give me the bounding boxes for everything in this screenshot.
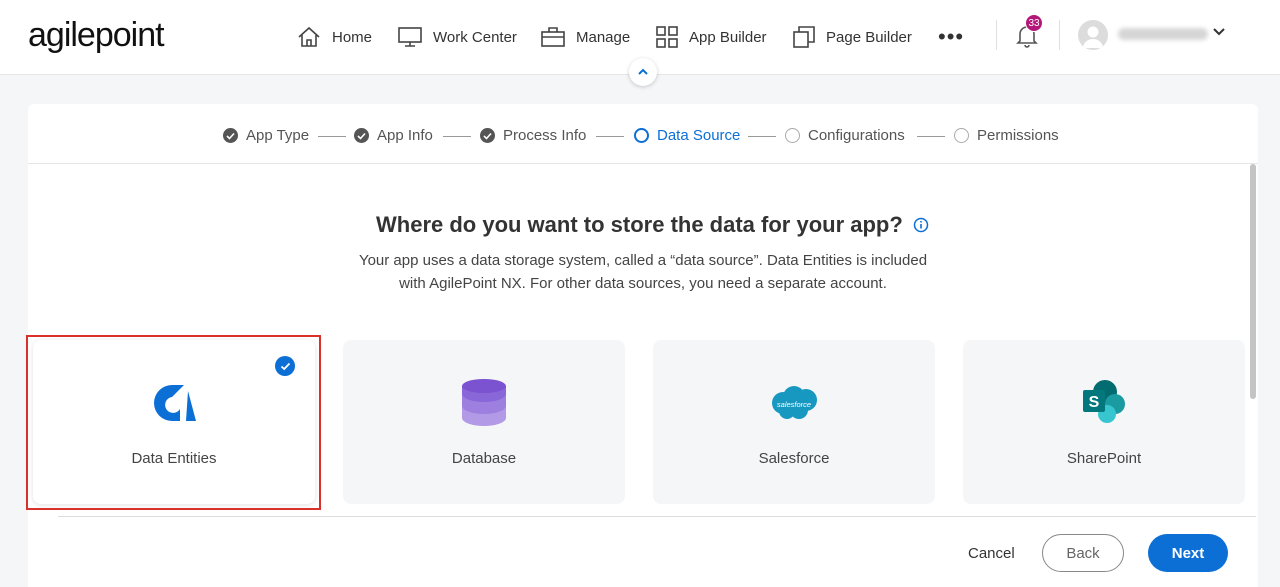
- step-app-info: App Info: [354, 127, 433, 144]
- step-done-check-icon: [223, 128, 238, 143]
- notification-badge: 33: [1025, 14, 1043, 32]
- step-connector: [748, 136, 776, 137]
- nav-app-builder-label: App Builder: [689, 28, 767, 46]
- nav-work-center[interactable]: Work Center: [397, 22, 517, 52]
- selected-check-icon: [275, 356, 295, 376]
- step-process-info: Process Info: [480, 127, 586, 144]
- next-button[interactable]: Next: [1148, 534, 1228, 572]
- briefcase-icon: [541, 27, 565, 47]
- nav-app-builder[interactable]: App Builder: [655, 22, 767, 52]
- tile-label: Data Entities: [131, 450, 217, 467]
- data-source-tile-database[interactable]: Database: [343, 340, 625, 504]
- step-connector: [917, 136, 945, 137]
- step-app-type: App Type: [223, 127, 309, 144]
- database-icon: [462, 379, 506, 426]
- monitor-icon: [398, 27, 422, 47]
- data-source-tile-data-entities[interactable]: Data Entities: [33, 340, 315, 504]
- svg-text:S: S: [1089, 394, 1100, 411]
- step-todo-circle-icon: [954, 128, 969, 143]
- scrollbar-thumb[interactable]: [1250, 164, 1256, 399]
- step-label: App Info: [377, 127, 433, 144]
- salesforce-icon: salesforce: [772, 386, 817, 419]
- step-configurations: Configurations: [785, 127, 905, 144]
- nav-manage[interactable]: Manage: [540, 22, 630, 52]
- sharepoint-icon: S: [1083, 380, 1125, 423]
- data-entities-icon: [154, 385, 196, 421]
- collapse-header-button[interactable]: [629, 58, 657, 86]
- user-icon: [1083, 26, 1103, 48]
- tile-label: Database: [451, 450, 517, 467]
- step-connector: [443, 136, 471, 137]
- description-line: with AgilePoint NX. For other data sourc…: [399, 275, 887, 292]
- avatar[interactable]: [1078, 20, 1108, 50]
- nav-manage-label: Manage: [576, 28, 631, 46]
- data-source-tile-salesforce[interactable]: salesforce Salesforce: [653, 340, 935, 504]
- footer-divider: [58, 516, 1256, 517]
- header-divider: [1059, 20, 1060, 50]
- pages-icon: [793, 26, 815, 48]
- step-done-check-icon: [354, 128, 369, 143]
- chevron-down-icon[interactable]: [1212, 26, 1226, 38]
- step-done-check-icon: [480, 128, 495, 143]
- header-divider: [996, 20, 997, 50]
- svg-text:salesforce: salesforce: [777, 400, 811, 409]
- nav-home[interactable]: Home: [296, 22, 372, 52]
- step-label: App Type: [246, 127, 310, 144]
- tile-label: Salesforce: [758, 450, 830, 467]
- nav-page-builder[interactable]: Page Builder: [792, 22, 912, 52]
- step-label: Process Info: [503, 127, 587, 144]
- step-permissions: Permissions: [954, 127, 1059, 144]
- back-button[interactable]: Back: [1042, 534, 1124, 572]
- step-current-circle-icon: [634, 128, 649, 143]
- description-line: Your app uses a data storage system, cal…: [358, 252, 928, 269]
- grid-icon: [656, 26, 678, 48]
- info-icon[interactable]: [913, 217, 929, 233]
- wizard-stepper: App Type App Info Process Info Data Sour…: [28, 104, 1258, 164]
- chevron-up-icon: [638, 68, 648, 75]
- cancel-button[interactable]: Cancel: [968, 540, 1015, 566]
- step-connector: [596, 136, 624, 137]
- agilepoint-logo[interactable]: agilepoint: [28, 16, 165, 55]
- data-source-tile-sharepoint[interactable]: S SharePoint: [963, 340, 1245, 504]
- wizard-card: App Type App Info Process Info Data Sour…: [28, 104, 1258, 587]
- step-label: Configurations: [808, 127, 905, 144]
- nav-page-builder-label: Page Builder: [826, 28, 912, 46]
- step-label: Data Source: [657, 127, 741, 144]
- step-todo-circle-icon: [785, 128, 800, 143]
- step-connector: [318, 136, 346, 137]
- nav-work-center-label: Work Center: [433, 28, 517, 46]
- home-icon: [298, 26, 320, 47]
- more-menu-icon[interactable]: •••: [938, 24, 964, 50]
- page-title-text: Where do you want to store the data for …: [376, 212, 903, 237]
- step-data-source: Data Source: [634, 127, 740, 144]
- tile-label: SharePoint: [1066, 450, 1142, 467]
- page-description: Your app uses a data storage system, cal…: [328, 249, 958, 295]
- step-label: Permissions: [977, 127, 1059, 144]
- page-title: Where do you want to store the data for …: [376, 212, 929, 238]
- username-blurred[interactable]: [1118, 28, 1208, 40]
- nav-home-label: Home: [332, 28, 373, 46]
